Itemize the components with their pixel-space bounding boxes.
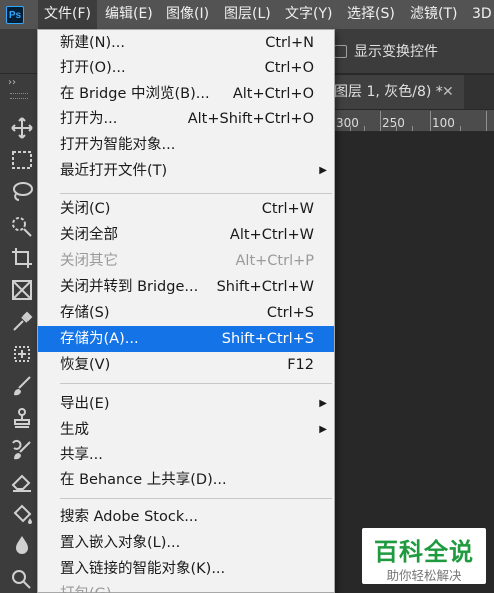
submenu-arrow-icon: ▶ [319, 165, 327, 176]
watermark-logo: 百科全说 助你轻松解决 [362, 528, 486, 584]
blur-tool-icon[interactable] [10, 534, 36, 560]
menu-item-revert[interactable]: 恢复(V) F12 [38, 352, 334, 378]
menu-layer[interactable]: 图层(L) [218, 0, 277, 29]
menu-item-save-as[interactable]: 存储为(A)... Shift+Ctrl+S [38, 326, 334, 352]
menu-item-export[interactable]: 导出(E) ▶ [38, 391, 334, 417]
menu-filter[interactable]: 滤镜(T) [404, 0, 463, 29]
submenu-arrow-icon: ▶ [319, 398, 327, 409]
menu-item-place-linked[interactable]: 置入链接的智能对象(K)... [38, 556, 334, 582]
menu-file[interactable]: 文件(F) [38, 0, 97, 29]
menu-item-open[interactable]: 打开(O)... Ctrl+O [38, 55, 334, 81]
menu-image[interactable]: 图像(I) [160, 0, 215, 29]
canvas-area[interactable] [330, 132, 494, 593]
menu-separator [60, 383, 332, 384]
frame-tool-icon[interactable] [10, 278, 36, 304]
menu-item-share[interactable]: 共享... [38, 442, 334, 468]
healing-brush-tool-icon[interactable] [10, 342, 36, 368]
menu-bar: Ps 文件(F) 编辑(E) 图像(I) 图层(L) 文字(Y) 选择(S) 滤… [0, 0, 494, 29]
watermark-title: 百科全说 [374, 538, 474, 566]
menu-edit[interactable]: 编辑(E) [99, 0, 159, 29]
show-transform-controls-label: 显示变换控件 [354, 44, 438, 60]
menu-select[interactable]: 选择(S) [341, 0, 401, 29]
ruler-label-100: 100 [432, 116, 455, 130]
watermark-subtitle: 助你轻松解决 [386, 568, 462, 583]
menu-item-open-as[interactable]: 打开为... Alt+Shift+Ctrl+O [38, 106, 334, 132]
menu-item-generate[interactable]: 生成 ▶ [38, 417, 334, 443]
close-tab-icon[interactable]: ✕ [442, 84, 454, 100]
tab-bar-empty [464, 75, 494, 109]
menu-item-close-all[interactable]: 关闭全部 Alt+Ctrl+W [38, 222, 334, 248]
menu-item-open-as-smart-object[interactable]: 打开为智能对象... [38, 132, 334, 158]
menu-item-share-on-behance[interactable]: 在 Behance 上共享(D)... [38, 467, 334, 493]
menu-item-open-recent[interactable]: 最近打开文件(T) ▶ [38, 158, 334, 184]
horizontal-ruler: 300 250 100 [330, 110, 494, 132]
crop-tool-icon[interactable] [10, 246, 36, 272]
ruler-label-250: 250 [382, 116, 405, 130]
menu-item-save[interactable]: 存储(S) Ctrl+S [38, 300, 334, 326]
menu-item-close-and-go-to-bridge[interactable]: 关闭并转到 Bridge... Shift+Ctrl+W [38, 274, 334, 300]
tools-panel: ›› [0, 74, 38, 593]
menu-separator [60, 193, 332, 194]
menu-item-place-embedded[interactable]: 置入嵌入对象(L)... [38, 530, 334, 556]
menu-3d[interactable]: 3D [466, 0, 494, 29]
menu-item-close-others: 关闭其它 Alt+Ctrl+P [60, 253, 314, 269]
menu-type[interactable]: 文字(Y) [279, 0, 338, 29]
menu-item-package: 打包(G)... [38, 581, 334, 593]
photoshop-logo-icon: Ps [6, 6, 24, 24]
clone-stamp-tool-icon[interactable] [10, 406, 36, 432]
collapse-panel-icon[interactable]: ›› [8, 77, 16, 88]
menu-item-browse-in-bridge[interactable]: 在 Bridge 中浏览(B)... Alt+Ctrl+O [38, 81, 334, 107]
show-transform-controls-checkbox[interactable] [334, 45, 347, 58]
move-tool-icon[interactable] [10, 116, 36, 142]
lasso-tool-icon[interactable] [10, 180, 36, 206]
menu-separator [60, 498, 332, 499]
dodge-tool-icon[interactable] [10, 568, 36, 593]
menu-item-close[interactable]: 关闭(C) Ctrl+W [38, 196, 334, 222]
submenu-arrow-icon: ▶ [319, 424, 327, 435]
panel-grip-handle[interactable] [10, 93, 28, 99]
history-brush-tool-icon[interactable] [10, 438, 36, 464]
eraser-tool-icon[interactable] [10, 470, 36, 496]
ruler-label-300: 300 [336, 116, 359, 130]
menu-item-new[interactable]: 新建(N)... Ctrl+N [38, 30, 334, 56]
eyedropper-tool-icon[interactable] [10, 310, 36, 336]
brush-tool-icon[interactable] [10, 374, 36, 400]
marquee-tool-icon[interactable] [10, 148, 36, 174]
paint-bucket-tool-icon[interactable] [10, 502, 36, 528]
file-menu-dropdown: 新建(N)... Ctrl+N 打开(O)... Ctrl+O 在 Bridge 中… [37, 29, 335, 593]
quick-selection-tool-icon[interactable] [10, 214, 36, 240]
document-tab-title: 图层 1, 灰色/8) * [334, 84, 443, 100]
menu-item-search-adobe-stock[interactable]: 搜索 Adobe Stock... [38, 504, 334, 530]
